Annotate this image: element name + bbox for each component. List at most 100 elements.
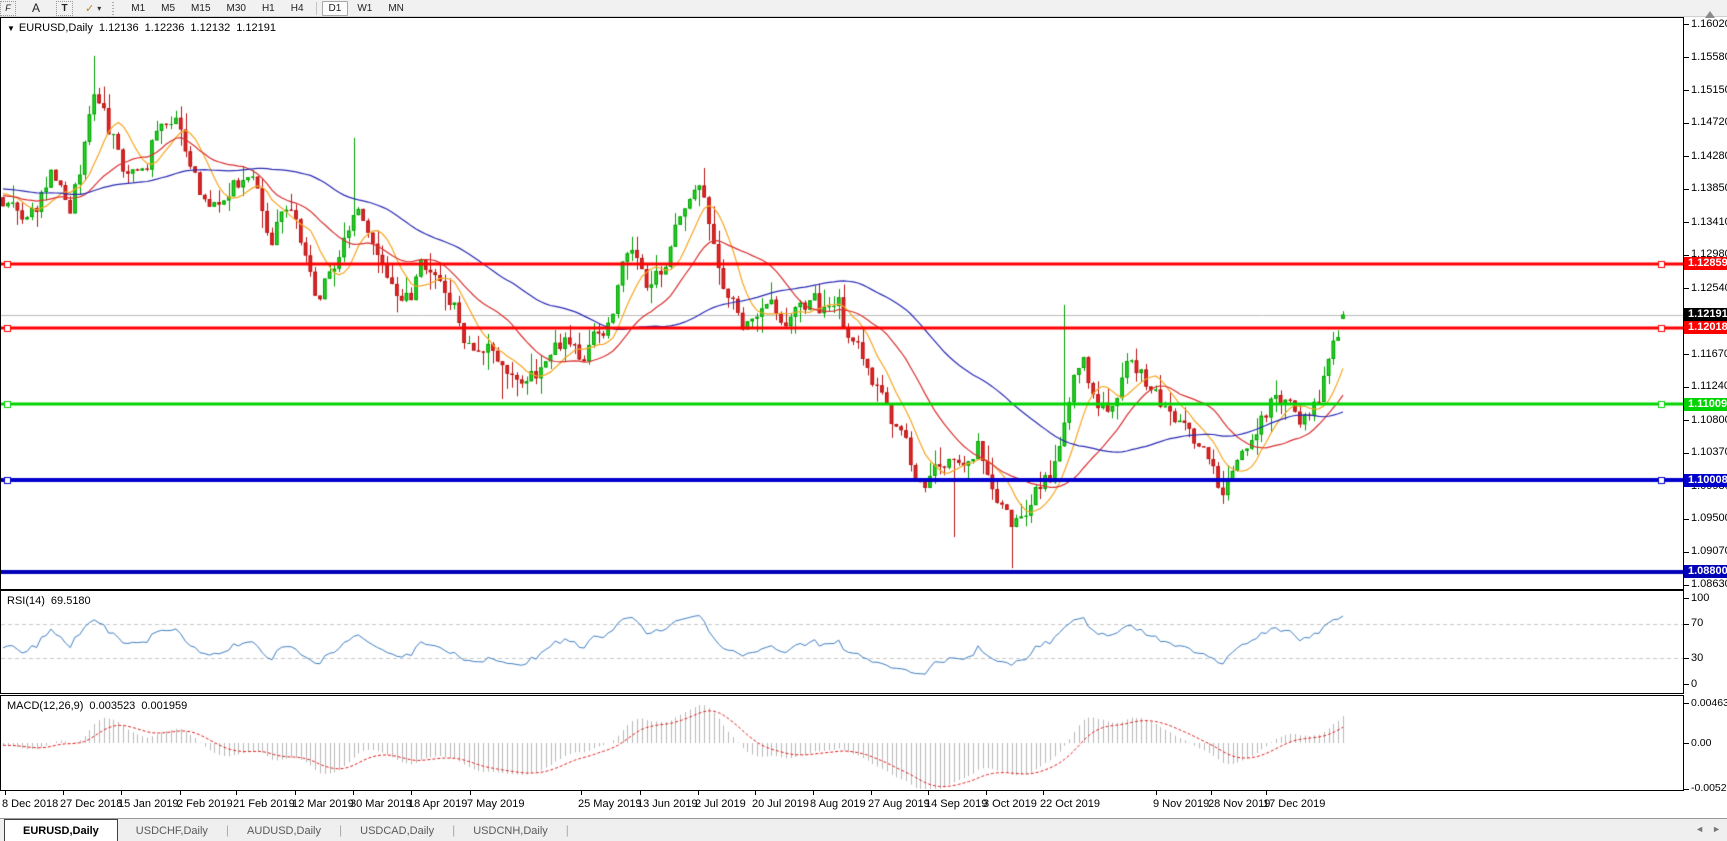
price-axis-tick-mark (1684, 189, 1689, 190)
timeframe-button-m5[interactable]: M5 (154, 1, 182, 16)
fibonacci-tool-icon[interactable]: F (0, 1, 16, 16)
date-axis-tick-mark (640, 791, 641, 795)
symbol-tab-usdcnh[interactable]: USDCNH,Daily (455, 820, 566, 841)
date-axis-label: 13 Jun 2019 (637, 798, 698, 810)
timeframe-button-m15[interactable]: M15 (184, 1, 217, 16)
toolbar-gripper[interactable] (111, 2, 115, 15)
rsi-canvas[interactable] (1, 591, 1683, 693)
price-axis-label: 1.11240 (1691, 380, 1727, 393)
rsi-axis-label: 0 (1691, 678, 1697, 691)
price-axis-tick-mark (1684, 222, 1689, 223)
macd-axis-tick-mark (1684, 703, 1689, 704)
text-label-tool-icon[interactable]: T (56, 1, 73, 16)
timeframe-button-m1[interactable]: M1 (124, 1, 152, 16)
price-axis-tick-mark (1684, 453, 1689, 454)
macd-axis-tick-mark (1684, 789, 1689, 790)
rsi-axis-tick-mark (1684, 684, 1689, 685)
level-price-badge: 1.11009 (1684, 398, 1727, 411)
macd-name: MACD(12,26,9) (7, 700, 83, 712)
arrows-tool-icon[interactable]: ✓ ▾ (85, 1, 101, 16)
tab-scroll-left-icon[interactable]: ◄ (1695, 824, 1704, 834)
price-axis-label: 1.14720 (1691, 116, 1727, 129)
price-axis-label: 1.09070 (1691, 545, 1727, 558)
date-axis-tick-mark (180, 791, 181, 795)
level-price-badge: 1.12859 (1684, 257, 1727, 270)
symbol-tab-audusd[interactable]: AUDUSD,Daily (229, 820, 339, 841)
ohlc-close: 1.12191 (236, 22, 276, 34)
tab-scroll-right-icon[interactable]: ► (1712, 824, 1721, 834)
date-axis-tick-mark (411, 791, 412, 795)
price-axis-tick-mark (1684, 387, 1689, 388)
price-axis-tick-mark (1684, 90, 1689, 91)
date-axis-tick-mark (581, 791, 582, 795)
date-axis-tick-mark (5, 791, 6, 795)
date-axis-tick-mark (63, 791, 64, 795)
date-axis-label: 12 Mar 2019 (292, 798, 354, 810)
date-axis-label: 8 Dec 2018 (2, 798, 58, 810)
price-axis-label: 1.13850 (1691, 182, 1727, 195)
rsi-axis-tick-mark (1684, 658, 1689, 659)
price-axis-label: 1.09500 (1691, 512, 1727, 525)
macd-canvas[interactable] (1, 696, 1683, 790)
macd-main-value: 0.003523 (89, 700, 135, 712)
chart-shift-marker-icon[interactable] (1705, 11, 1715, 18)
timeframe-toolbar: M1M5M15M30H1H4 D1W1MN (123, 1, 412, 16)
price-axis-tick-mark (1684, 288, 1689, 289)
level-price-badge: 1.10008 (1684, 474, 1727, 487)
arrows-glyph: ✓ (85, 2, 94, 15)
timeframe-button-m30[interactable]: M30 (220, 1, 253, 16)
date-axis[interactable]: 8 Dec 201827 Dec 201815 Jan 20192 Feb 20… (0, 791, 1727, 818)
date-axis-tick-mark (1043, 791, 1044, 795)
symbol-tab-bar: EURUSD,DailyUSDCHF,Daily|AUDUSD,Daily|US… (0, 818, 1727, 841)
macd-label: MACD(12,26,9) 0.003523 0.001959 (7, 700, 193, 712)
date-axis-tick-mark (470, 791, 471, 795)
ohlc-low: 1.12132 (190, 22, 230, 34)
date-axis-label: 25 May 2019 (578, 798, 642, 810)
price-axis-tick-mark (1684, 24, 1689, 25)
symbol-dropdown-icon[interactable]: ▼ (7, 24, 15, 33)
date-axis-label: 27 Aug 2019 (868, 798, 930, 810)
date-axis-label: 18 Apr 2019 (408, 798, 467, 810)
date-axis-label: 2 Jul 2019 (695, 798, 746, 810)
price-axis[interactable]: 1.160201.155801.151501.147201.142801.138… (1684, 17, 1727, 791)
dropdown-caret-icon: ▾ (97, 4, 101, 13)
date-axis-label: 30 Mar 2019 (350, 798, 412, 810)
date-axis-tick-mark (928, 791, 929, 795)
ohlc-high: 1.12236 (145, 22, 185, 34)
price-axis-label: 1.16020 (1691, 18, 1727, 31)
date-axis-label: 14 Sep 2019 (925, 798, 987, 810)
symbol-tab-usdcad[interactable]: USDCAD,Daily (342, 820, 452, 841)
text-tool-icon[interactable]: A (28, 1, 44, 16)
date-axis-tick-mark (353, 791, 354, 795)
symbol-tab-usdchf[interactable]: USDCHF,Daily (118, 820, 226, 841)
date-axis-label: 15 Jan 2019 (118, 798, 179, 810)
timeframe-button-d1[interactable]: D1 (322, 1, 349, 16)
price-axis-label: 1.10800 (1691, 414, 1727, 427)
rsi-value: 69.5180 (51, 595, 91, 607)
date-axis-label: 20 Jul 2019 (752, 798, 809, 810)
timeframe-button-mn[interactable]: MN (381, 1, 411, 16)
main-chart-canvas[interactable] (1, 18, 1683, 589)
date-axis-label: 7 May 2019 (467, 798, 524, 810)
chart-title: ▼EURUSD,Daily1.121361.122361.121321.1219… (7, 22, 282, 34)
symbol-tab-eurusd[interactable]: EURUSD,Daily (4, 819, 118, 841)
macd-axis-tick-mark (1684, 743, 1689, 744)
macd-signal-value: 0.001959 (141, 700, 187, 712)
tab-divider: | (566, 823, 569, 837)
date-axis-tick-mark (1266, 791, 1267, 795)
price-axis-tick-mark (1684, 255, 1689, 256)
timeframe-button-h1[interactable]: H1 (255, 1, 282, 16)
date-axis-tick-mark (871, 791, 872, 795)
rsi-axis-tick-mark (1684, 598, 1689, 599)
rsi-label: RSI(14)69.5180 (7, 595, 97, 607)
date-axis-label: 27 Dec 2018 (60, 798, 122, 810)
toolbar-separator (316, 2, 317, 15)
price-axis-tick-mark (1684, 585, 1689, 586)
level-price-badge: 1.12018 (1684, 321, 1727, 334)
level-price-badge: 1.08800 (1684, 565, 1727, 578)
timeframe-button-w1[interactable]: W1 (350, 1, 379, 16)
rsi-axis-tick-mark (1684, 624, 1689, 625)
date-axis-label: 17 Dec 2019 (1263, 798, 1325, 810)
timeframe-button-h4[interactable]: H4 (284, 1, 311, 16)
price-axis-label: 1.15150 (1691, 84, 1727, 97)
